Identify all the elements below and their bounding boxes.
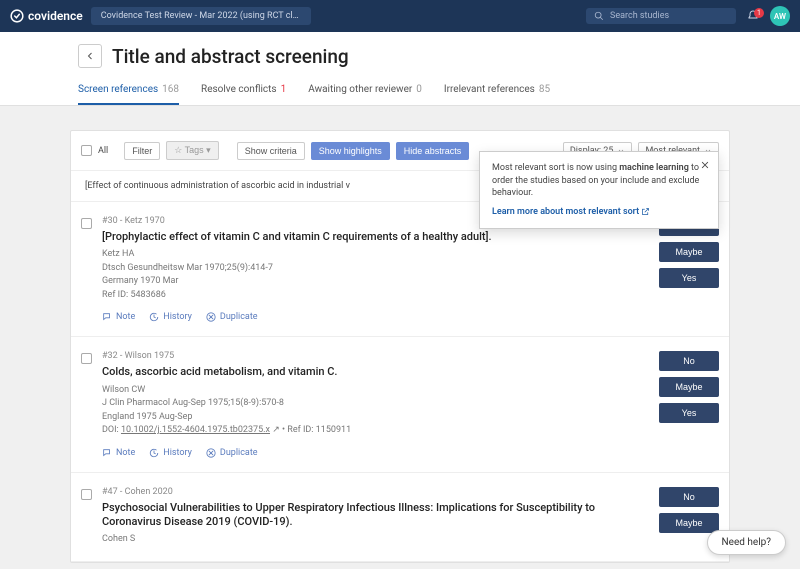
study-meta: Cohen S [102,533,649,547]
vote-column: NoMaybeYes [659,216,719,322]
study-row: #32 - Wilson 1975 Colds, ascorbic acid me… [71,337,729,472]
search-input[interactable]: Search studies [586,8,736,24]
study-checkbox[interactable] [81,218,92,229]
page-title: Title and abstract screening [112,45,349,68]
study-row: #47 - Cohen 2020 Psychosocial Vulnerabili… [71,473,729,562]
page-header: Title and abstract screening Screen refe… [0,32,800,106]
note-icon [102,312,112,322]
note-icon [102,448,112,458]
vote-column: No Maybe Yes [659,351,719,457]
brand-name: covidence [28,9,83,23]
help-button[interactable]: Need help? [707,530,786,555]
vote-no-button[interactable]: No [659,487,719,507]
arrow-left-icon [84,50,96,62]
study-title: Colds, ascorbic acid metabolism, and vit… [102,365,649,379]
study-checkbox[interactable] [81,353,92,364]
back-button[interactable] [78,44,102,68]
notif-badge: 1 [754,8,764,18]
study-id: #47 - Cohen 2020 [102,487,649,497]
search-icon [594,11,604,21]
doi-link[interactable]: 10.1002/j.1552-4604.1975.tb02375.x [121,425,270,435]
study-id: #32 - Wilson 1975 [102,351,649,361]
close-popover-button[interactable] [700,160,710,175]
duplicate-action[interactable]: Duplicate [206,312,258,322]
learn-more-link[interactable]: Learn more about most relevant sort [492,207,650,217]
avatar[interactable]: AW [770,6,790,26]
external-link-icon [641,207,650,216]
study-title: [Prophylactic effect of vitamin C and vi… [102,230,649,244]
project-selector[interactable]: Covidence Test Review - Mar 2022 (using … [91,7,311,25]
history-action[interactable]: History [149,448,192,458]
show-criteria-button[interactable]: Show criteria [237,142,305,160]
filter-button[interactable]: Filter [124,142,160,160]
vote-maybe-button[interactable]: Maybe [659,513,719,533]
study-meta: Ketz HADtsch Gesundheitsw Mar 1970;25(9)… [102,248,649,302]
tab-screen-references[interactable]: Screen references168 [78,78,179,105]
study-meta: Wilson CWJ Clin Pharmacol Aug-Sep 1975;1… [102,384,649,438]
all-label: All [98,146,108,156]
tab-irrelevant-references[interactable]: Irrelevant references85 [444,78,550,105]
top-navbar: covidence Covidence Test Review - Mar 20… [0,0,800,32]
tab-bar: Screen references168 Resolve conflicts1 Aw… [78,78,722,105]
duplicate-icon [206,448,216,458]
vote-maybe-button[interactable]: Maybe [659,377,719,397]
duplicate-icon [206,312,216,322]
truncated-study-row: [Effect of continuous administration of … [71,171,729,202]
tab-awaiting-other-reviewer[interactable]: Awaiting other reviewer0 [308,78,422,105]
tab-resolve-conflicts[interactable]: Resolve conflicts1 [201,78,286,105]
sort-info-popover: Most relevant sort is now using machine … [479,151,719,229]
history-icon [149,448,159,458]
tags-button[interactable]: ☆ Tags ▾ [166,141,218,160]
vote-no-button[interactable]: No [659,351,719,371]
search-placeholder: Search studies [610,11,669,21]
show-highlights-button[interactable]: Show highlights [311,142,390,160]
select-all-checkbox[interactable] [81,145,92,156]
close-icon [700,160,710,170]
notifications-button[interactable]: 1 [744,10,762,22]
brand-logo[interactable]: covidence [10,9,83,23]
screening-card: All Filter ☆ Tags ▾ Show criteria Show h… [70,130,730,563]
study-checkbox[interactable] [81,489,92,500]
note-action[interactable]: Note [102,448,135,458]
history-icon [149,312,159,322]
study-title: Psychosocial Vulnerabilities to Upper Re… [102,501,649,530]
study-actions: Note History Duplicate [102,448,649,458]
hide-abstracts-button[interactable]: Hide abstracts [396,142,470,160]
study-actions: Note History Duplicate [102,312,649,322]
history-action[interactable]: History [149,312,192,322]
vote-yes-button[interactable]: Yes [659,403,719,423]
note-action[interactable]: Note [102,312,135,322]
duplicate-action[interactable]: Duplicate [206,448,258,458]
vote-maybe-button[interactable]: Maybe [659,242,719,262]
logo-icon [10,9,24,23]
vote-yes-button[interactable]: Yes [659,268,719,288]
